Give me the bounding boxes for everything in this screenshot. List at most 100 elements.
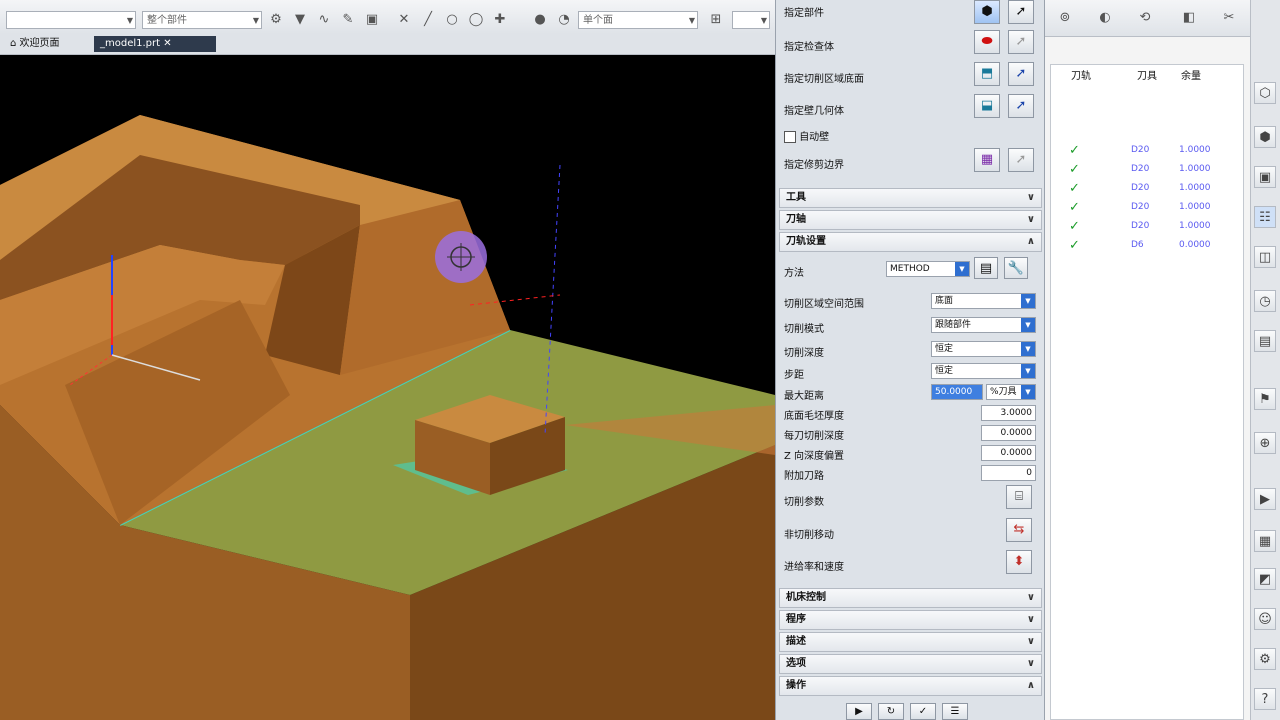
feeds-speeds-button[interactable]: ⬍ xyxy=(1006,550,1032,574)
point-icon[interactable]: ✚ xyxy=(492,12,508,28)
assembly-icon[interactable]: ⬢ xyxy=(1254,126,1276,148)
close-icon[interactable]: ✕ xyxy=(163,38,171,49)
wrench-icon[interactable]: 🔧 xyxy=(1004,257,1028,279)
shade-icon[interactable]: ◐ xyxy=(1097,10,1113,26)
history-icon[interactable]: ◷ xyxy=(1254,290,1276,312)
video-icon[interactable]: ▶ xyxy=(1254,488,1276,510)
extra-combo[interactable]: ▼ xyxy=(732,11,770,29)
method-select[interactable]: METHOD ▼ xyxy=(886,261,970,277)
edit-icon[interactable]: ✎ xyxy=(340,12,356,28)
label-wall: 指定壁几何体 xyxy=(784,106,844,117)
layer-icon[interactable]: ◧ xyxy=(1181,10,1197,26)
section-program[interactable]: 程序 ∨ xyxy=(779,610,1042,630)
section-path-settings[interactable]: 刀轨设置 ∧ xyxy=(779,232,1042,252)
section-description[interactable]: 描述 ∨ xyxy=(779,632,1042,652)
extra-passes-input[interactable]: 0 xyxy=(981,465,1036,481)
system-icon[interactable]: ⚙ xyxy=(1254,648,1276,670)
section-actions[interactable]: 操作 ∧ xyxy=(779,676,1042,696)
tab-model[interactable]: _model1.prt ✕ xyxy=(94,36,216,52)
tab-welcome[interactable]: ⌂ 欢迎页面 xyxy=(4,36,66,52)
chevron-down-icon: ∨ xyxy=(1026,636,1035,647)
noncut-moves-button[interactable]: ⇆ xyxy=(1006,518,1032,542)
cube-icon[interactable]: ⬡ xyxy=(1254,82,1276,104)
column-header[interactable]: 刀轨 xyxy=(1071,67,1091,82)
section-axis[interactable]: 刀轴 ∨ xyxy=(779,210,1042,230)
wall-geometry-button[interactable]: ⬓ xyxy=(974,94,1000,118)
label-noncut-moves: 非切削移动 xyxy=(784,530,834,541)
filter-combo[interactable]: ▼ xyxy=(6,11,136,29)
select-wall-button[interactable]: ➚ xyxy=(1008,94,1034,118)
scope-combo[interactable]: 整个部件 ▼ xyxy=(142,11,262,29)
z-offset-input[interactable]: 0.0000 xyxy=(981,445,1036,461)
orient-icon[interactable]: ⟲ xyxy=(1137,10,1153,26)
section-machine-control[interactable]: 机床控制 ∨ xyxy=(779,588,1042,608)
operation-list: 刀轨 刀具 余量 ✓ D20 1.0000 ✓ D20 1.0000 ✓ D20 1.000… xyxy=(1050,64,1244,720)
select-part-button[interactable]: ➚ xyxy=(1008,0,1034,24)
max-distance-input[interactable]: 50.0000 xyxy=(931,384,983,400)
globe-icon[interactable]: ⊕ xyxy=(1254,432,1276,454)
section-options[interactable]: 选项 ∨ xyxy=(779,654,1042,674)
tool-icon[interactable]: ✂ xyxy=(1221,10,1237,26)
depth-per-cut-input[interactable]: 0.0000 xyxy=(981,425,1036,441)
cross-icon[interactable]: ✕ xyxy=(396,12,412,28)
part-geometry-button[interactable]: ⬢ xyxy=(974,0,1000,24)
library-icon[interactable]: ▤ xyxy=(1254,330,1276,352)
label-feeds-speeds: 进给率和速度 xyxy=(784,562,844,573)
circle-icon[interactable]: ○ xyxy=(444,12,460,28)
method-edit-button[interactable]: ▤ xyxy=(974,257,998,279)
select-check-button[interactable]: ➚ xyxy=(1008,30,1034,54)
graphics-viewport[interactable] xyxy=(0,55,775,720)
cut-region-select[interactable]: 底面 ▼ xyxy=(931,293,1036,309)
web-icon[interactable]: ⚑ xyxy=(1254,388,1276,410)
chevron-down-icon: ∨ xyxy=(1026,214,1035,225)
graph-icon[interactable]: ◩ xyxy=(1254,568,1276,590)
list-button[interactable]: ☰ xyxy=(942,703,968,720)
label-cut-pattern: 切削模式 xyxy=(784,324,824,335)
curve-icon[interactable]: ∿ xyxy=(316,12,332,28)
line-icon[interactable]: ╱ xyxy=(420,12,436,28)
help-icon[interactable]: ? xyxy=(1254,688,1276,710)
floor-geometry-button[interactable]: ⬒ xyxy=(974,62,1000,86)
sphere-icon[interactable]: ● xyxy=(532,12,548,28)
auto-wall-checkbox[interactable] xyxy=(784,131,796,143)
part-icon[interactable]: ▣ xyxy=(1254,166,1276,188)
label-cut-depth: 切削深度 xyxy=(784,348,824,359)
check-icon: ✓ xyxy=(1069,162,1080,177)
cut-depth-select[interactable]: 恒定 ▼ xyxy=(931,341,1036,357)
chevron-down-icon: ∨ xyxy=(1026,658,1035,669)
label-cut-region: 切削区域空间范围 xyxy=(784,299,864,310)
operation-nav-icon[interactable]: ☷ xyxy=(1254,206,1276,228)
stepover-select[interactable]: 恒定 ▼ xyxy=(931,363,1036,379)
label-check: 指定检查体 xyxy=(784,42,834,53)
chart-icon[interactable]: ▦ xyxy=(1254,530,1276,552)
floor-stock-input[interactable]: 3.0000 xyxy=(981,405,1036,421)
replay-button[interactable]: ↻ xyxy=(878,703,904,720)
view-icon[interactable]: ⊚ xyxy=(1057,10,1073,26)
filter-icon[interactable]: ⊞ xyxy=(708,12,724,28)
generate-button[interactable]: ▶ xyxy=(846,703,872,720)
circle2-icon[interactable]: ◯ xyxy=(468,12,484,28)
confirm-button[interactable]: ✓ xyxy=(910,703,936,720)
unit-select[interactable]: %刀具 ▼ xyxy=(986,384,1036,400)
select-trim-button[interactable]: ➚ xyxy=(1008,148,1034,172)
label-part: 指定部件 xyxy=(784,8,824,19)
trim-boundary-button[interactable]: ▦ xyxy=(974,148,1000,172)
resource-bar: ⬡ ⬢ ▣ ☷ ◫ ◷ ▤ ⚑ ⊕ ▶ ▦ ◩ ☺ ⚙ ? xyxy=(1250,0,1280,720)
cube-icon[interactable]: ▣ xyxy=(364,12,380,28)
machine-icon[interactable]: ◫ xyxy=(1254,246,1276,268)
arc-icon[interactable]: ◔ xyxy=(556,12,572,28)
cut-params-button[interactable]: ⌸ xyxy=(1006,485,1032,509)
auto-wall-checkbox-row[interactable]: 自动壁 xyxy=(784,128,829,143)
select-floor-button[interactable]: ➚ xyxy=(1008,62,1034,86)
cut-pattern-select[interactable]: 跟随部件 ▼ xyxy=(931,317,1036,333)
column-header[interactable]: 刀具 xyxy=(1137,67,1157,82)
snap-icon[interactable]: ⚙ xyxy=(268,12,284,28)
face-combo[interactable]: 单个面 ▼ xyxy=(578,11,698,29)
column-header[interactable]: 余量 xyxy=(1181,67,1201,82)
select-icon[interactable]: ▼ xyxy=(292,12,308,28)
check-geometry-button[interactable]: ⬬ xyxy=(974,30,1000,54)
label-trim: 指定修剪边界 xyxy=(784,160,844,171)
top-toolbar: ▼ 整个部件 ▼ ⚙ ▼ ∿ ✎ ▣ ✕ ╱ ○ ◯ ✚ ● ◔ 单个面 ▼ ⊞ ▼ xyxy=(0,0,775,35)
roles-icon[interactable]: ☺ xyxy=(1254,608,1276,630)
section-tool[interactable]: 工具 ∨ xyxy=(779,188,1042,208)
